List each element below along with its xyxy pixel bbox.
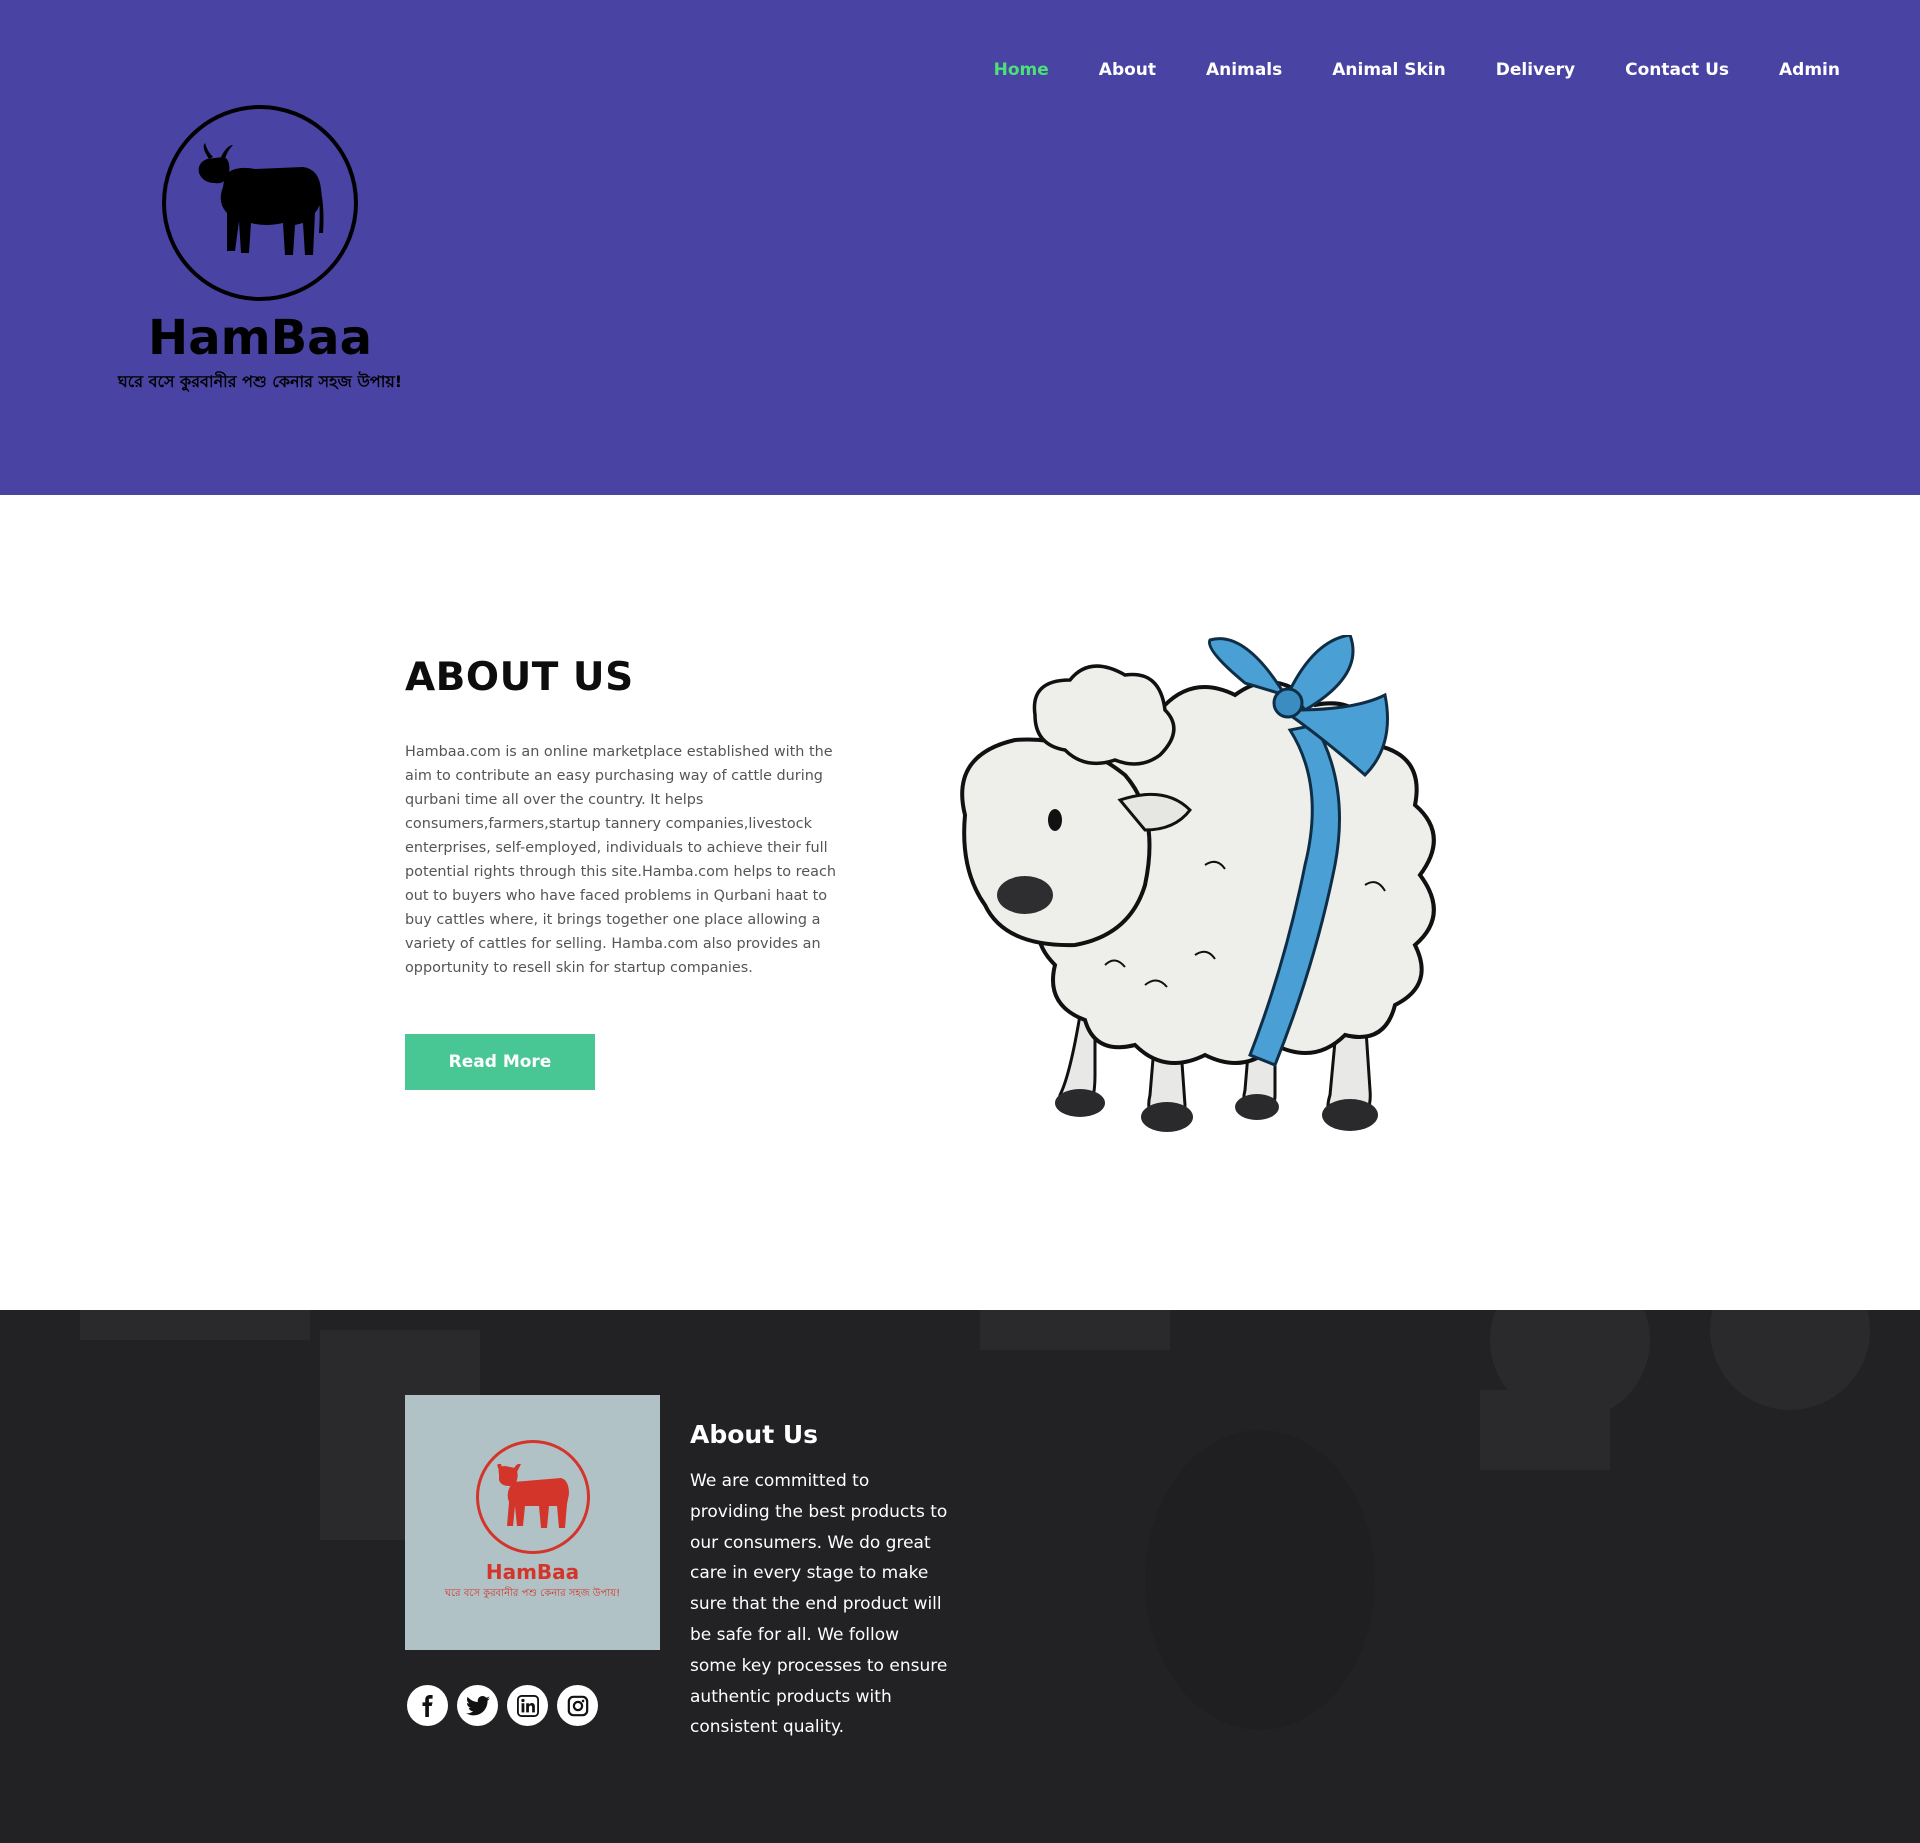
logo-tagline: ঘরে বসে কুরবানীর পশু কেনার সহজ উপায়! — [117, 372, 403, 391]
sheep-illustration — [945, 633, 1485, 1175]
read-more-button[interactable]: Read More — [405, 1034, 595, 1090]
footer-text: We are committed to providing the best p… — [690, 1471, 948, 1738]
nav-item-contact-us[interactable]: Contact Us — [1625, 55, 1729, 85]
site-footer: HamBaa ঘরে বসে কুরবানীর পশু কেনার সহজ উপ… — [0, 1310, 1920, 1843]
linkedin-icon[interactable] — [507, 1685, 548, 1726]
nav-item-home[interactable]: Home — [994, 55, 1049, 85]
footer-logo[interactable]: HamBaa ঘরে বসে কুরবানীর পশু কেনার সহজ উপ… — [405, 1395, 660, 1650]
social-links — [407, 1685, 598, 1726]
footer-logo-title: HamBaa — [485, 1560, 580, 1584]
logo-circle — [162, 105, 358, 301]
about-heading: ABOUT US — [405, 655, 634, 700]
nav-item-animal-skin[interactable]: Animal Skin — [1332, 55, 1446, 85]
about-text: Hambaa.com is an online marketplace esta… — [405, 744, 836, 976]
cow-icon — [496, 1464, 569, 1528]
footer-logo-tagline: ঘরে বসে কুরবানীর পশু কেনার সহজ উপায়! — [444, 1588, 621, 1599]
twitter-icon[interactable] — [457, 1685, 498, 1726]
about-section: ABOUT US Hambaa.com is an online marketp… — [0, 495, 1920, 1310]
nav-item-admin[interactable]: Admin — [1779, 55, 1840, 85]
nav-item-animals[interactable]: Animals — [1206, 55, 1282, 85]
nav-item-delivery[interactable]: Delivery — [1496, 55, 1575, 85]
main-nav: Home About Animals Animal Skin Delivery … — [994, 55, 1840, 85]
cow-icon — [198, 143, 324, 255]
site-logo[interactable]: HamBaa ঘরে বসে কুরবানীর পশু কেনার সহজ উপ… — [100, 105, 420, 396]
nav-item-about[interactable]: About — [1099, 55, 1156, 85]
footer-heading: About Us — [690, 1420, 819, 1449]
logo-title: HamBaa — [148, 310, 372, 366]
site-header: Home About Animals Animal Skin Delivery … — [0, 0, 1920, 495]
footer-logo-circle — [475, 1440, 590, 1554]
instagram-icon[interactable] — [557, 1685, 598, 1726]
facebook-icon[interactable] — [407, 1685, 448, 1726]
footer-background-pattern — [80, 1310, 1870, 1730]
